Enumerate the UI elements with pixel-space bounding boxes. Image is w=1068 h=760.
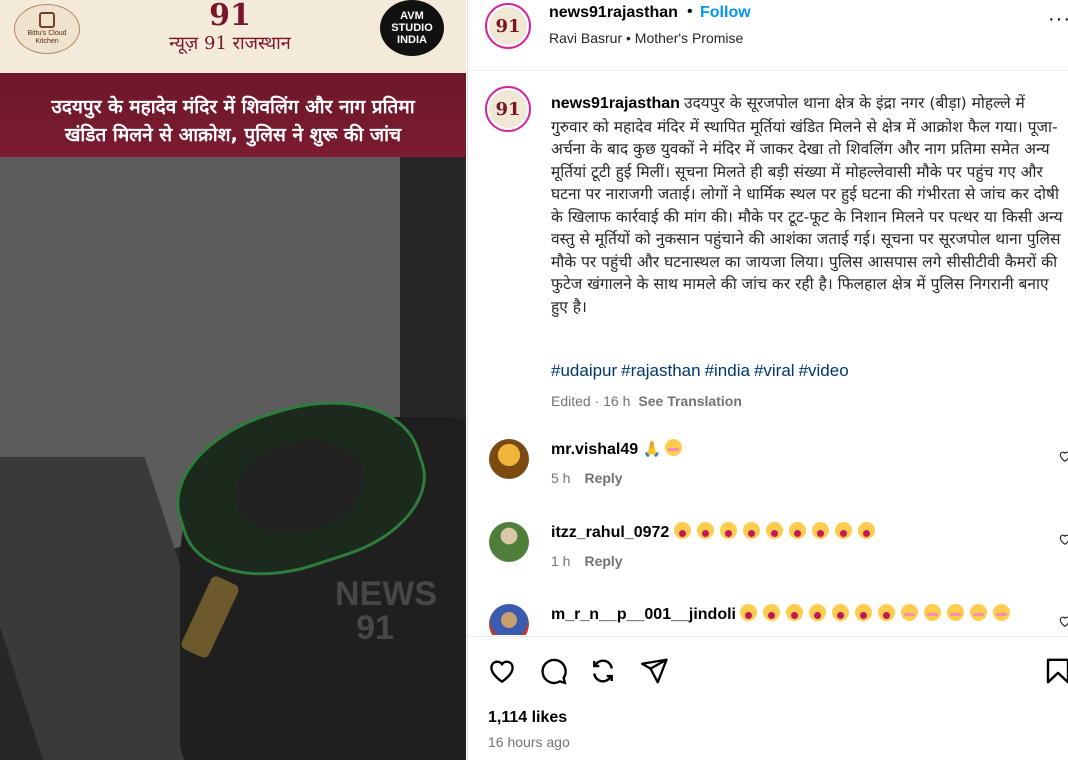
comment-meta: 1 h Reply <box>551 553 623 569</box>
comment-text: 🙏 <box>642 439 689 458</box>
astonished-face-emoji-icon <box>857 522 875 539</box>
avm-logo-line3: INDIA <box>397 34 427 46</box>
hashtag-list: #udaipur #rajasthan #india #viral #video <box>551 361 853 381</box>
comment-item: itzz_rahul_0972 1 h Reply <box>468 522 1068 602</box>
flushed-face-emoji-icon <box>970 604 988 621</box>
astonished-face-emoji-icon <box>742 522 760 539</box>
post-header: 91 news91rajasthan • Follow Ravi Basrur … <box>468 0 1068 71</box>
headline-banner: उदयपुर के महादेव मंदिर में शिवलिंग और ना… <box>0 73 466 157</box>
reply-button[interactable]: Reply <box>584 553 622 569</box>
like-heart-icon[interactable] <box>486 655 518 687</box>
share-send-icon[interactable] <box>638 655 670 687</box>
commenter-avatar[interactable] <box>489 522 529 562</box>
follow-button[interactable]: Follow <box>700 4 751 22</box>
astonished-face-emoji-icon <box>834 522 852 539</box>
cloud-kitchen-logo: Bittu's Cloud Kitchen <box>14 4 80 54</box>
caption-meta: Edited · 16 h See Translation <box>551 393 742 409</box>
like-comment-heart-icon[interactable] <box>1058 532 1068 551</box>
author-username[interactable]: news91rajasthan <box>549 4 678 22</box>
comment-username[interactable]: mr.vishal49 🙏 <box>551 439 688 459</box>
comment-item: mr.vishal49 🙏 5 h Reply <box>468 439 1068 519</box>
comment-username-text[interactable]: itzz_rahul_0972 <box>551 524 669 541</box>
likes-count[interactable]: 1,114 likes <box>488 709 567 727</box>
astonished-face-emoji-icon <box>855 604 873 621</box>
author-avatar[interactable]: 91 <box>485 3 531 49</box>
caption-username[interactable]: news91rajasthan <box>551 95 680 112</box>
avm-studio-logo: AVM STUDIO INDIA <box>380 0 444 56</box>
comment-username[interactable]: itzz_rahul_0972 <box>551 522 881 542</box>
comment-item: m_r_n__p__001__jindoli <box>468 604 1068 635</box>
comment-username-text[interactable]: m_r_n__p__001__jindoli <box>551 606 736 623</box>
headline-line-2: खंडित मिलने से आक्रोश, पुलिस ने शुरू की … <box>64 124 402 146</box>
comment-time: 1 h <box>551 553 571 569</box>
comments-scroll-area[interactable]: 91 news91rajasthan उदयपुर के सूरजपोल थाना… <box>468 72 1068 635</box>
like-comment-heart-icon[interactable] <box>1058 449 1068 468</box>
caption-author-avatar[interactable]: 91 <box>485 86 531 132</box>
hashtag-link[interactable]: #video <box>799 361 849 380</box>
repost-icon[interactable] <box>587 655 619 687</box>
comment-text <box>740 604 1016 623</box>
author-avatar-image: 91 <box>489 7 527 45</box>
astonished-face-emoji-icon <box>811 522 829 539</box>
astonished-face-emoji-icon <box>786 604 804 621</box>
flushed-face-emoji-icon <box>901 604 919 621</box>
commenter-avatar[interactable] <box>489 439 529 479</box>
flushed-face-emoji-icon <box>993 604 1011 621</box>
like-comment-heart-icon[interactable] <box>1058 614 1068 633</box>
media-brand-strip: Bittu's Cloud Kitchen 91 न्यूज़ 91 राजस्… <box>0 0 466 73</box>
comment-username[interactable]: m_r_n__p__001__jindoli <box>551 604 1016 624</box>
see-translation-button[interactable]: See Translation <box>638 393 741 409</box>
avm-logo-line1: AVM <box>400 10 424 22</box>
edited-timestamp: Edited · 16 h <box>551 393 631 409</box>
news-photo: NEWS 91 <box>0 157 466 760</box>
comment-text <box>673 522 881 541</box>
save-bookmark-icon[interactable] <box>1042 655 1068 687</box>
comment-bubble-icon[interactable] <box>537 655 569 687</box>
comment-meta: 5 h Reply <box>551 470 623 486</box>
bag-icon <box>39 12 55 28</box>
folded-hands-emoji-icon: 🙏 <box>642 441 662 458</box>
astonished-face-emoji-icon <box>763 604 781 621</box>
post-media[interactable]: Bittu's Cloud Kitchen 91 न्यूज़ 91 राजस्… <box>0 0 466 760</box>
caption-text: उदयपुर के सूरजपोल थाना क्षेत्र के इंद्रा… <box>551 94 1063 316</box>
news91-watermark: NEWS 91 <box>335 575 437 647</box>
more-options-icon[interactable]: ··· <box>1048 8 1068 31</box>
post-actions: 1,114 likes 16 hours ago <box>468 636 1068 760</box>
astonished-face-emoji-icon <box>809 604 827 621</box>
astonished-face-emoji-icon <box>696 522 714 539</box>
flushed-face-emoji-icon <box>665 439 683 456</box>
astonished-face-emoji-icon <box>740 604 758 621</box>
hashtag-link[interactable]: #udaipur <box>551 361 617 380</box>
audio-track[interactable]: Ravi Basrur • Mother's Promise <box>549 30 743 46</box>
astonished-face-emoji-icon <box>765 522 783 539</box>
news91-logo-number: 91 <box>209 0 251 33</box>
headline-line-1: उदयपुर के महादेव मंदिर में शिवलिंग और ना… <box>51 96 415 118</box>
flushed-face-emoji-icon <box>947 604 965 621</box>
post-side-panel: 91 news91rajasthan • Follow Ravi Basrur … <box>467 0 1068 760</box>
comment-username-text[interactable]: mr.vishal49 <box>551 441 638 458</box>
news91-logo-subtitle: न्यूज़ 91 राजस्थान <box>169 33 291 54</box>
cloud-kitchen-logo-text: Bittu's Cloud Kitchen <box>27 30 67 45</box>
astonished-face-emoji-icon <box>878 604 896 621</box>
caption-avatar-image: 91 <box>489 90 527 128</box>
reply-button[interactable]: Reply <box>584 470 622 486</box>
hashtag-link[interactable]: #viral <box>754 361 795 380</box>
hashtag-link[interactable]: #india <box>705 361 750 380</box>
post-caption: news91rajasthan उदयपुर के सूरजपोल थाना क्… <box>551 92 1063 318</box>
hashtag-link[interactable]: #rajasthan <box>621 361 700 380</box>
commenter-avatar[interactable] <box>489 604 529 635</box>
astonished-face-emoji-icon <box>673 522 691 539</box>
post-timestamp[interactable]: 16 hours ago <box>488 734 570 750</box>
news91-logo: 91 न्यूज़ 91 राजस्थान <box>150 0 310 73</box>
comment-time: 5 h <box>551 470 571 486</box>
flushed-face-emoji-icon <box>924 604 942 621</box>
avm-logo-line2: STUDIO <box>391 22 433 34</box>
astonished-face-emoji-icon <box>832 604 850 621</box>
astonished-face-emoji-icon <box>719 522 737 539</box>
astonished-face-emoji-icon <box>788 522 806 539</box>
header-separator: • <box>687 3 693 20</box>
